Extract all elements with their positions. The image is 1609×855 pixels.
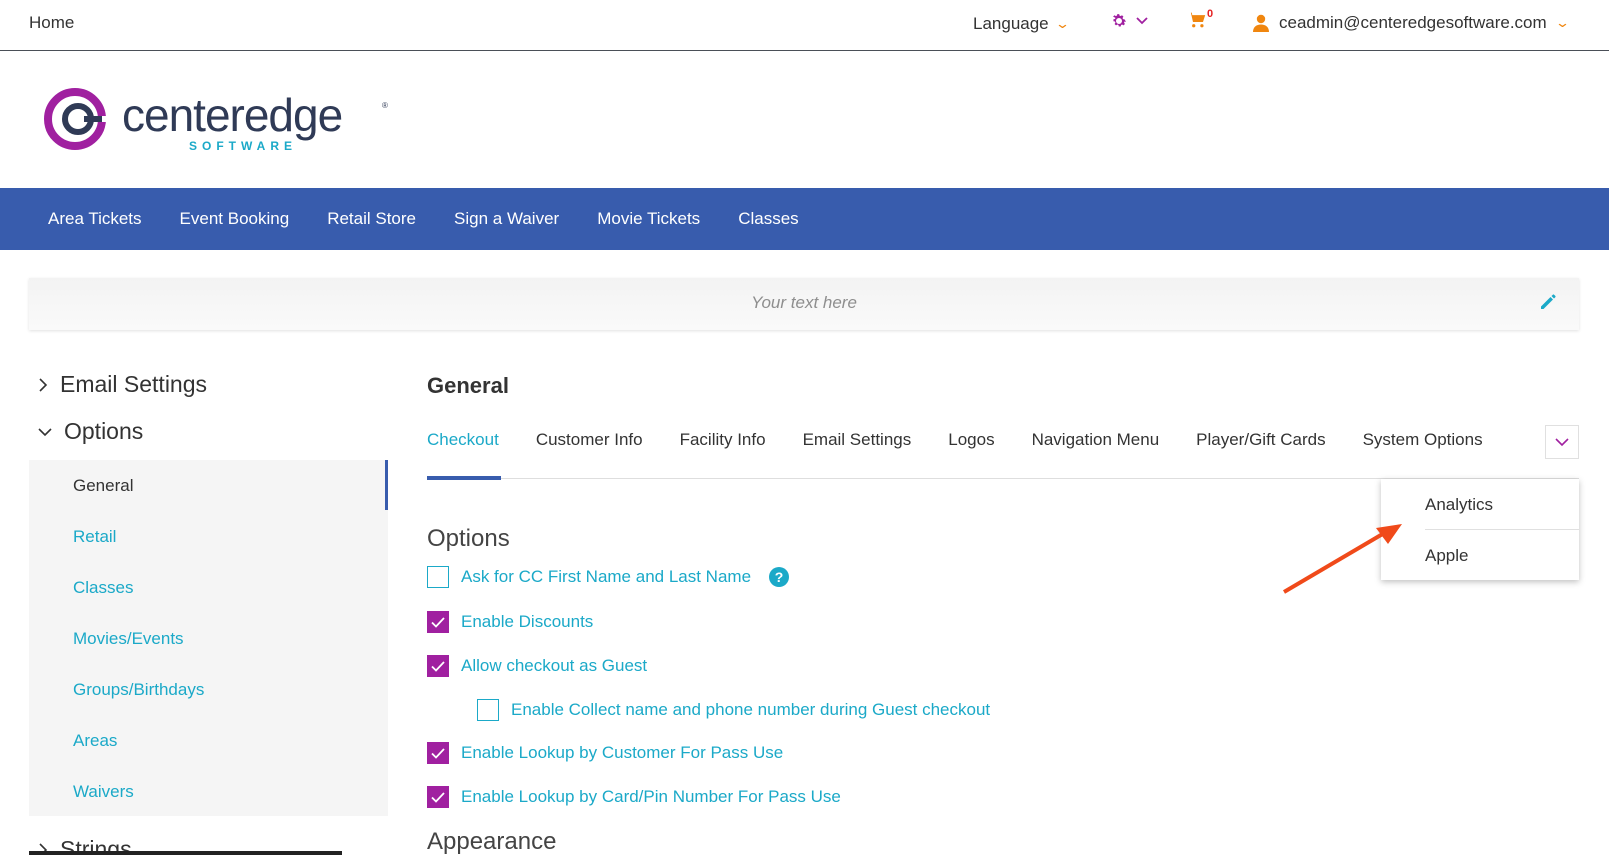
tab-facility-info[interactable]: Facility Info <box>680 430 766 450</box>
settings-dropdown[interactable] <box>1110 12 1148 30</box>
svg-text:®: ® <box>382 101 388 110</box>
svg-text:SOFTWARE: SOFTWARE <box>189 139 297 153</box>
sidebar-item-retail[interactable]: Retail <box>73 527 116 547</box>
dropdown-item-apple[interactable]: Apple <box>1425 546 1468 566</box>
tab-logos[interactable]: Logos <box>948 430 994 450</box>
editable-banner: Your text here <box>29 278 1579 330</box>
sidebar-item-movies-events[interactable]: Movies/Events <box>73 629 184 649</box>
sidebar-item-waivers[interactable]: Waivers <box>73 782 134 802</box>
sidebar-item-classes[interactable]: Classes <box>73 578 133 598</box>
dropdown-item-analytics[interactable]: Analytics <box>1425 495 1493 515</box>
more-tabs-button[interactable] <box>1545 425 1579 459</box>
chevron-right-icon <box>39 377 48 392</box>
tab-navigation-menu[interactable]: Navigation Menu <box>1032 430 1160 450</box>
option-allow-guest-checkout[interactable]: Allow checkout as Guest <box>427 655 647 677</box>
tab-customer-info[interactable]: Customer Info <box>536 430 643 450</box>
checkmark-icon <box>431 747 445 759</box>
horizontal-scrollbar[interactable] <box>29 851 342 855</box>
appearance-section-title: Appearance <box>427 828 557 855</box>
option-enable-discounts[interactable]: Enable Discounts <box>427 611 593 633</box>
checkbox[interactable] <box>427 786 449 808</box>
sidebar-submenu: General Retail Classes Movies/Events Gro… <box>29 460 388 816</box>
option-collect-name-phone[interactable]: Enable Collect name and phone number dur… <box>477 699 990 721</box>
sidebar-item-areas[interactable]: Areas <box>73 731 117 751</box>
main-nav: Area Tickets Event Booking Retail Store … <box>0 188 1609 250</box>
home-link[interactable]: Home <box>29 13 74 33</box>
option-label: Allow checkout as Guest <box>461 656 648 675</box>
option-label: Enable Lookup by Card/Pin Number For Pas… <box>461 787 841 806</box>
option-ask-cc-name[interactable]: Ask for CC First Name and Last Name ? <box>427 566 790 588</box>
nav-area-tickets[interactable]: Area Tickets <box>48 209 142 229</box>
nav-movie-tickets[interactable]: Movie Tickets <box>597 209 700 229</box>
checkmark-icon <box>431 616 445 628</box>
chevron-down-icon: ⌄ <box>1554 15 1570 30</box>
option-lookup-customer[interactable]: Enable Lookup by Customer For Pass Use <box>427 742 783 764</box>
pencil-icon[interactable] <box>1539 293 1557 311</box>
nav-classes[interactable]: Classes <box>738 209 798 229</box>
chevron-down-icon: ⌄ <box>1054 16 1070 31</box>
checkbox[interactable] <box>427 655 449 677</box>
user-menu[interactable]: ceadmin@centeredgesoftware.com ⌄ <box>1253 13 1570 33</box>
checkbox[interactable] <box>427 611 449 633</box>
tab-email-settings[interactable]: Email Settings <box>803 430 912 450</box>
top-bar: Home Language ⌄ 0 ceadmin@centeredgesoft… <box>0 0 1609 51</box>
gear-icon <box>1113 14 1127 27</box>
svg-text:centeredge: centeredge <box>122 89 342 141</box>
tab-checkout[interactable]: Checkout <box>427 430 499 450</box>
option-label: Ask for CC First Name and Last Name <box>461 567 752 586</box>
logo-graphic: centeredge SOFTWARE ® <box>44 88 388 153</box>
nav-sign-a-waiver[interactable]: Sign a Waiver <box>454 209 559 229</box>
language-label: Language <box>973 14 1049 33</box>
option-label: Enable Lookup by Customer For Pass Use <box>461 743 784 762</box>
dropdown-divider <box>1425 529 1579 530</box>
chevron-down-icon <box>1555 437 1569 446</box>
tab-system-options[interactable]: System Options <box>1363 430 1483 450</box>
chevron-down-icon <box>38 427 52 436</box>
sidebar-group-options[interactable]: Options <box>38 418 143 445</box>
sidebar-group-email-settings[interactable]: Email Settings <box>38 371 207 398</box>
more-tabs-dropdown: Analytics Apple <box>1381 479 1579 580</box>
options-section-title: Options <box>427 525 510 552</box>
help-icon[interactable]: ? <box>769 567 790 587</box>
active-tab-indicator <box>427 476 501 480</box>
chevron-down-icon <box>1136 17 1148 25</box>
user-email: ceadmin@centeredgesoftware.com <box>1279 13 1547 32</box>
user-icon <box>1253 14 1269 32</box>
checkbox[interactable] <box>427 742 449 764</box>
tab-player-gift-cards[interactable]: Player/Gift Cards <box>1196 430 1325 450</box>
centeredge-logo[interactable]: centeredge SOFTWARE ® <box>44 86 394 156</box>
page-title: General <box>427 373 509 398</box>
option-label: Enable Discounts <box>461 612 594 631</box>
checkbox[interactable] <box>477 699 499 721</box>
banner-text: Your text here <box>751 293 857 312</box>
nav-event-booking[interactable]: Event Booking <box>180 209 290 229</box>
sidebar-group-label: Options <box>64 418 144 444</box>
cart-count-badge: 0 <box>1207 8 1214 20</box>
checkmark-icon <box>431 660 445 672</box>
option-lookup-card-pin[interactable]: Enable Lookup by Card/Pin Number For Pas… <box>427 786 841 808</box>
active-indicator <box>385 460 388 510</box>
language-dropdown[interactable]: Language ⌄ <box>973 14 1070 34</box>
annotation-arrow-icon <box>1282 524 1402 594</box>
sidebar-group-label: Email Settings <box>60 371 208 397</box>
sidebar-item-groups-birthdays[interactable]: Groups/Birthdays <box>73 680 204 700</box>
nav-retail-store[interactable]: Retail Store <box>327 209 416 229</box>
sidebar-item-general[interactable]: General <box>73 476 133 496</box>
checkbox[interactable] <box>427 566 449 588</box>
cart-icon <box>1188 12 1206 28</box>
cart-button[interactable]: 0 <box>1187 8 1213 34</box>
option-label: Enable Collect name and phone number dur… <box>511 700 991 719</box>
settings-tabs: Checkout Customer Info Facility Info Ema… <box>427 430 1483 450</box>
checkmark-icon <box>431 791 445 803</box>
